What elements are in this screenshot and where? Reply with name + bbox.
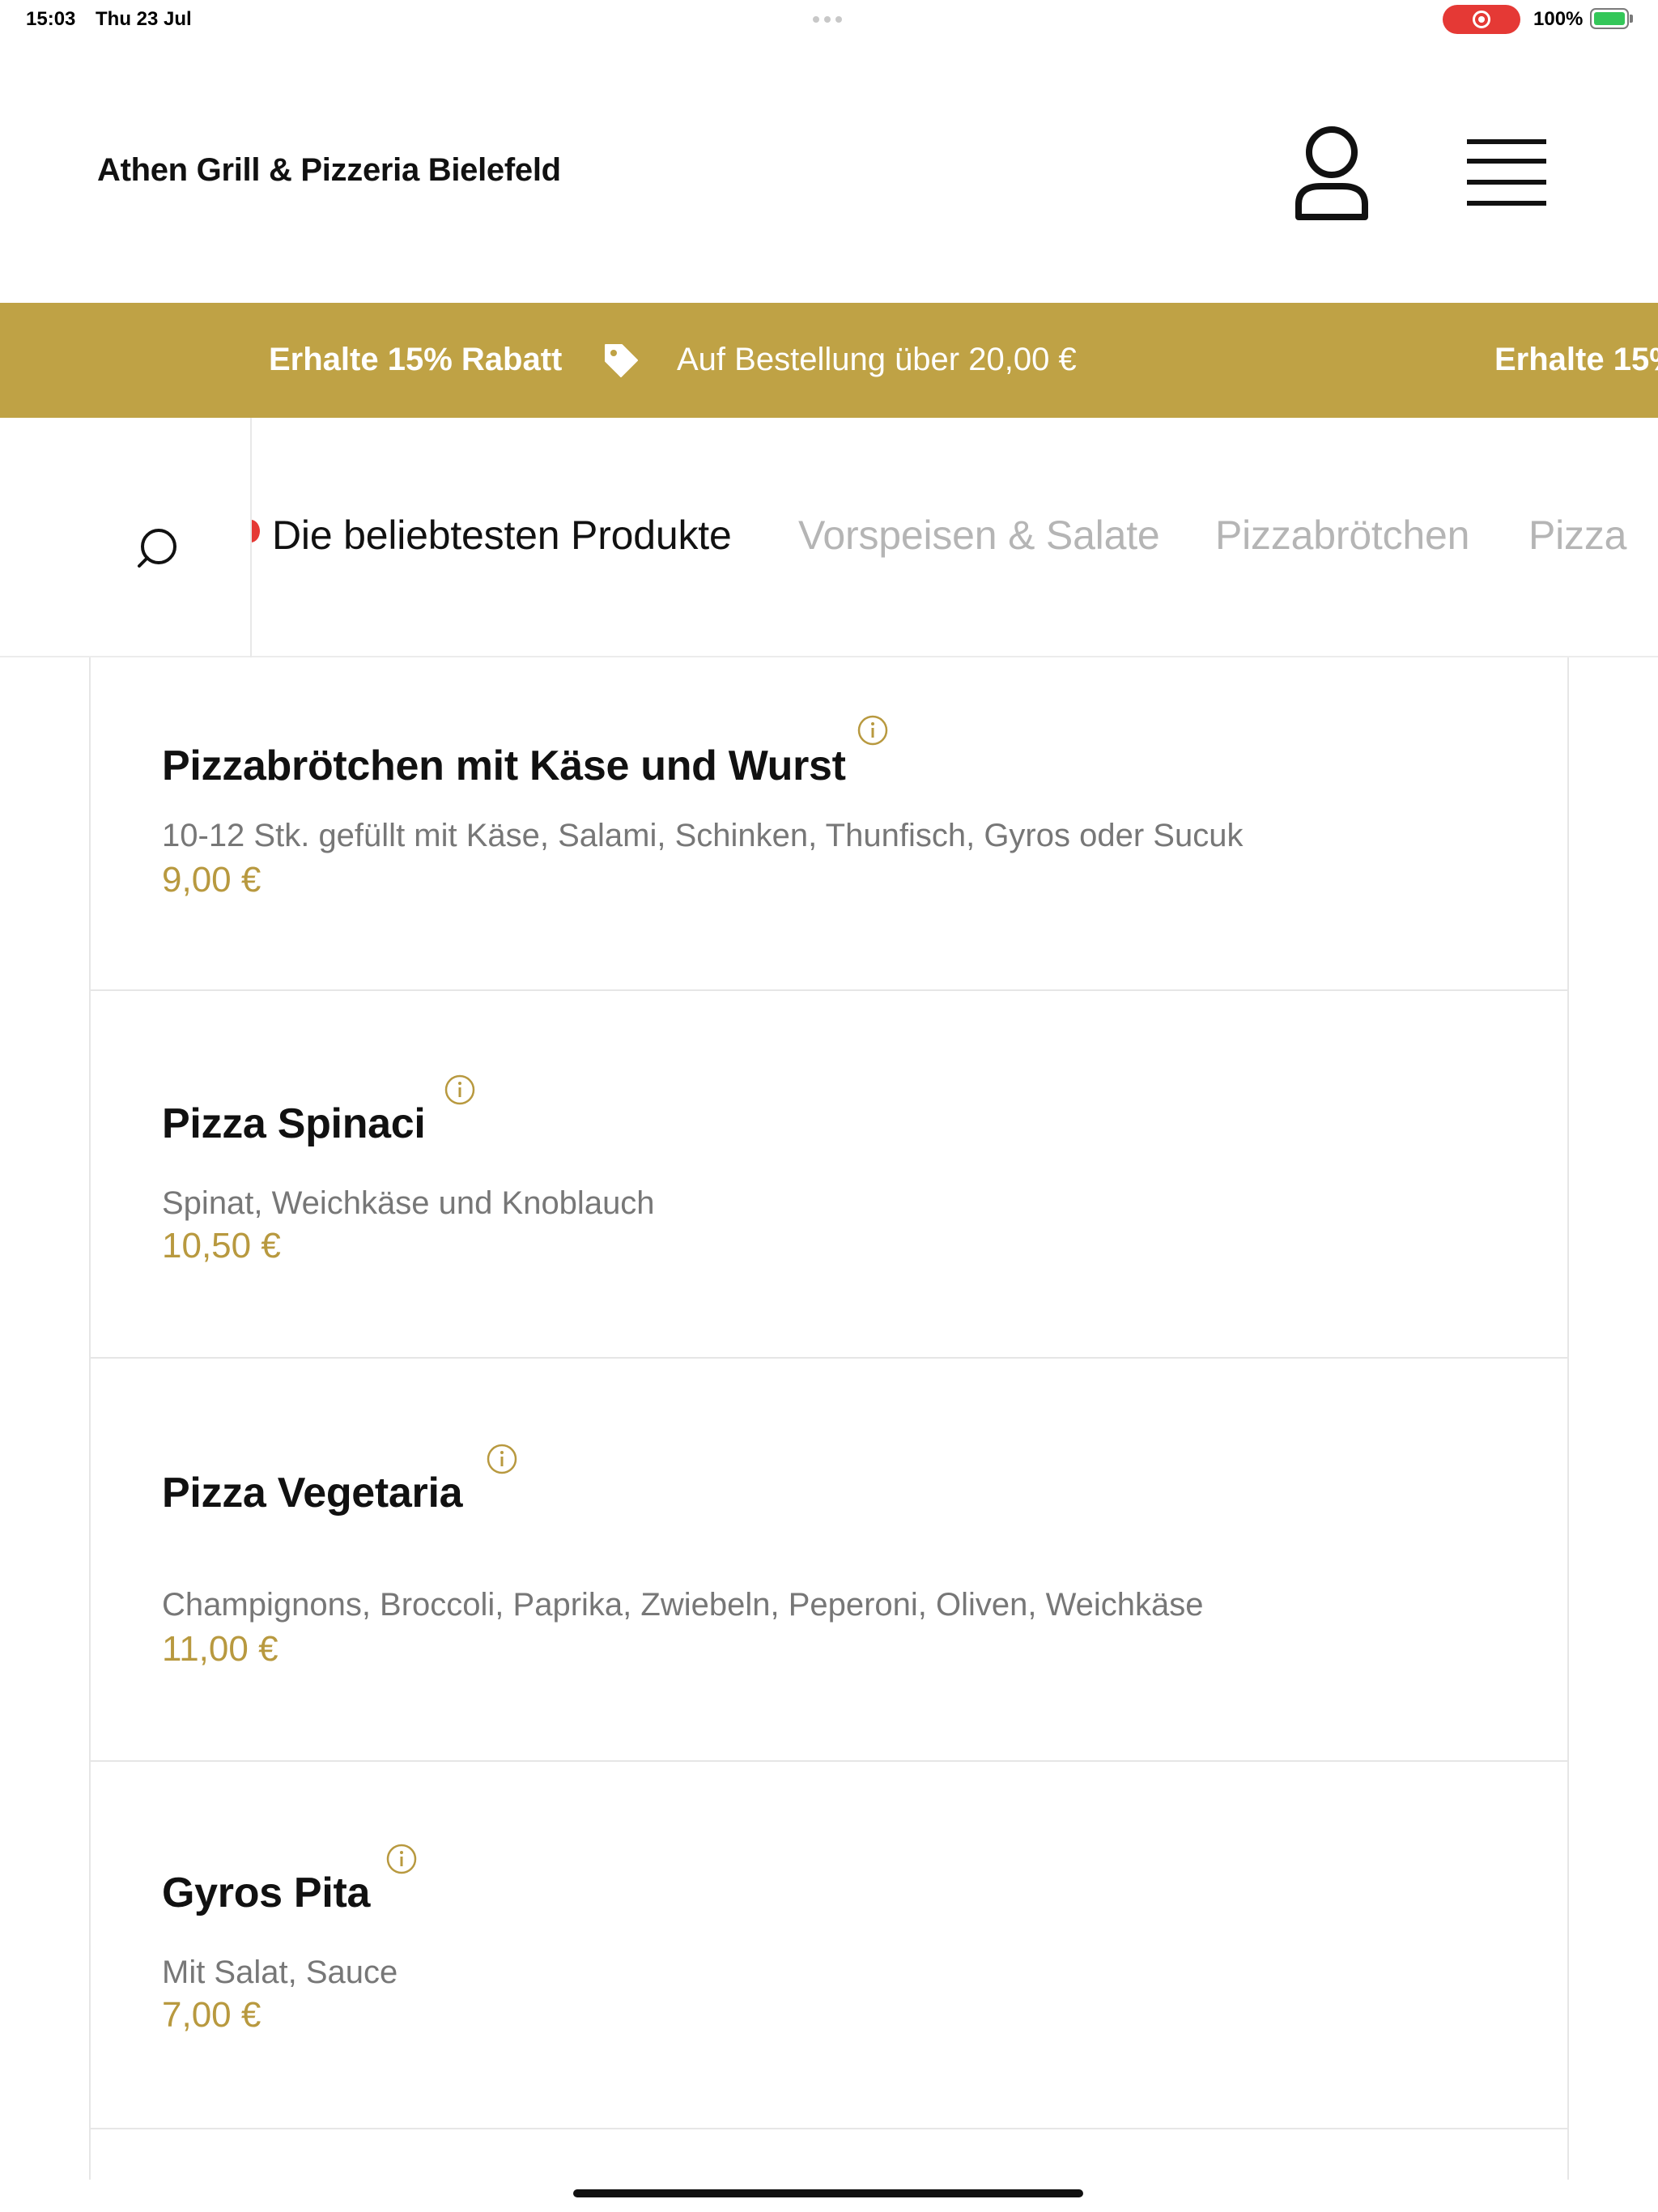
product-price: 7,00 €	[162, 1995, 261, 2035]
home-indicator[interactable]	[573, 2189, 1083, 2197]
user-icon	[1295, 126, 1368, 220]
multitasking-dots-icon[interactable]	[813, 16, 842, 23]
product-name: Pizza Vegetaria	[162, 1470, 463, 1516]
product-description: Spinat, Weichkäse und Knoblauch	[162, 1185, 655, 1221]
tab-starters-salads[interactable]: Vorspeisen & Salate	[798, 512, 1160, 559]
status-time: 15:03	[26, 8, 76, 30]
info-icon[interactable]	[444, 1074, 476, 1106]
category-tabs[interactable]: Die beliebtesten Produkte Vorspeisen & S…	[252, 418, 1658, 657]
info-icon[interactable]	[857, 714, 889, 747]
promo-discount: Erhalte 15% Rabatt	[269, 342, 563, 377]
header: Athen Grill & Pizzeria Bielefeld	[0, 39, 1658, 303]
product-description: 10-12 Stk. gefüllt mit Käse, Salami, Sch…	[162, 818, 1244, 853]
user-account-button[interactable]	[1289, 123, 1375, 220]
search-icon	[138, 529, 176, 568]
menu-button[interactable]	[1464, 134, 1550, 212]
promo-condition: Auf Bestellung über 20,00 €	[677, 342, 1077, 377]
promo-banner: Erhalte 15% Rabatt Auf Bestellung über 2…	[0, 303, 1658, 418]
battery-icon	[1590, 8, 1629, 29]
screen-recording-icon[interactable]	[1443, 5, 1520, 34]
tag-icon	[605, 344, 638, 377]
product-name: Gyros Pita	[162, 1870, 371, 1916]
product-name: Pizzabrötchen mit Käse und Wurst	[162, 742, 846, 789]
product-card[interactable]: Gyros Pita Mit Salat, Sauce 7,00 €	[91, 1762, 1567, 2129]
product-price: 10,50 €	[162, 1226, 281, 1266]
category-nav: Die beliebtesten Produkte Vorspeisen & S…	[0, 418, 1658, 657]
status-bar: 15:03 Thu 23 Jul 100%	[0, 0, 1658, 39]
info-icon[interactable]	[385, 1843, 418, 1875]
promo-discount-repeat: Erhalte 15%	[1494, 342, 1658, 377]
battery-cap	[1630, 15, 1633, 23]
tab-pizza[interactable]: Pizza	[1528, 512, 1626, 559]
product-card[interactable]: Pizza Vegetaria Champignons, Broccoli, P…	[91, 1359, 1567, 1762]
hamburger-menu-icon	[1467, 139, 1546, 206]
product-price: 11,00 €	[162, 1629, 278, 1669]
status-date: Thu 23 Jul	[96, 8, 192, 30]
product-card[interactable]: Pizza Spinaci Spinat, Weichkäse und Knob…	[91, 991, 1567, 1359]
product-list: Pizzabrötchen mit Käse und Wurst 10-12 S…	[89, 657, 1569, 2180]
app-screen: 15:03 Thu 23 Jul 100% Athen Grill & Pizz…	[0, 0, 1658, 2212]
battery-percentage: 100%	[1533, 8, 1584, 30]
tab-popular-products[interactable]: Die beliebtesten Produkte	[272, 512, 732, 559]
restaurant-title[interactable]: Athen Grill & Pizzeria Bielefeld	[97, 152, 561, 189]
info-icon[interactable]	[486, 1443, 518, 1475]
product-price: 9,00 €	[162, 860, 261, 900]
tab-pizza-rolls[interactable]: Pizzabrötchen	[1215, 512, 1469, 559]
product-card[interactable]: Pizzabrötchen mit Käse und Wurst 10-12 S…	[91, 657, 1567, 991]
product-name: Pizza Spinaci	[162, 1100, 426, 1147]
product-description: Champignons, Broccoli, Paprika, Zwiebeln…	[162, 1587, 1204, 1623]
active-tab-indicator	[252, 520, 260, 542]
search-button[interactable]	[121, 508, 181, 568]
product-description: Mit Salat, Sauce	[162, 1955, 398, 1990]
